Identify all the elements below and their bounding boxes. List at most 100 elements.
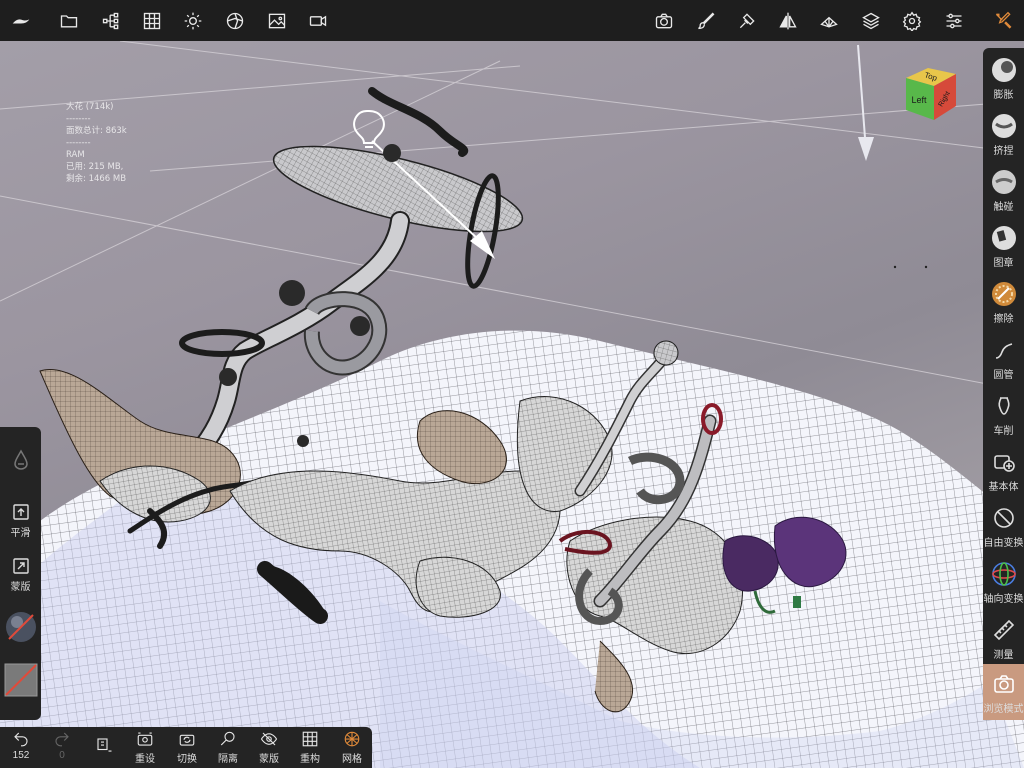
view-cube[interactable]: Top Left Right — [900, 62, 962, 124]
reset-button[interactable]: 重设 — [127, 730, 163, 766]
tool-label: 挤捏 — [993, 146, 1014, 157]
isolate-button[interactable]: 隔离 — [210, 730, 246, 766]
tool-label: 测量 — [993, 650, 1014, 661]
tool-axis-transform[interactable]: 轴向变换 — [983, 554, 1024, 610]
isolate-label: 隔离 — [218, 754, 238, 765]
undo-icon — [14, 732, 28, 747]
undo-count: 152 — [12, 750, 30, 761]
pinch-icon — [990, 112, 1018, 140]
tool-label: 浏览模式 — [983, 704, 1024, 715]
material-icon[interactable] — [222, 8, 248, 34]
tools-icon[interactable] — [990, 8, 1016, 34]
paint-icon[interactable] — [693, 8, 719, 34]
tool-ruler[interactable]: 测量 — [983, 610, 1024, 666]
topology-icon[interactable] — [816, 8, 842, 34]
tool-label: 轴向变换 — [983, 594, 1024, 605]
tool-inflate[interactable]: 膨胀 — [983, 50, 1024, 106]
tool-view-mode[interactable]: 浏览模式 — [983, 664, 1024, 720]
camera-icon — [990, 670, 1018, 698]
color-swatch-icon — [4, 663, 37, 697]
smooth-button[interactable]: 平滑 — [0, 503, 41, 539]
remesh-label: 重构 — [300, 754, 320, 765]
redo-count: 0 — [59, 750, 65, 761]
redo-icon — [55, 732, 69, 747]
stamp-icon — [990, 224, 1018, 252]
material-swatch[interactable] — [0, 611, 41, 643]
3d-viewport[interactable]: 大花 (714k) -------- 面数总计: 863k -------- R… — [0, 41, 1024, 768]
matcap-icon — [5, 612, 36, 642]
tool-smudge[interactable]: 触碰 — [983, 162, 1024, 218]
tool-label: 图章 — [993, 258, 1014, 269]
sliders-icon[interactable] — [941, 8, 967, 34]
top-toolbar — [0, 0, 1024, 41]
tool-label: 擦除 — [993, 314, 1014, 325]
wireframe-sphere-icon — [344, 731, 360, 747]
right-tool-panel: 膨胀 挤捏 触碰 图章 擦除 圆管 车削 基本体 自由变换 轴向变换 测量 浏览… — [983, 48, 1024, 720]
light-icon[interactable] — [180, 8, 206, 34]
ruler-icon — [990, 616, 1018, 644]
free-transform-icon — [990, 504, 1018, 532]
wireframe-button[interactable]: 网格 — [334, 730, 370, 766]
wireframe-label: 网格 — [342, 754, 362, 765]
logo-icon[interactable] — [8, 8, 34, 34]
tool-erase[interactable]: 擦除 — [983, 274, 1024, 330]
tool-tube[interactable]: 圆管 — [983, 330, 1024, 386]
image-icon[interactable] — [264, 8, 290, 34]
magnifier-icon — [220, 731, 235, 746]
video-icon[interactable] — [305, 8, 331, 34]
remesh-button[interactable]: 重构 — [292, 730, 328, 766]
object-name: 大花 (714k) — [66, 102, 114, 112]
ram-label: RAM — [66, 150, 85, 160]
inflate-icon — [990, 56, 1018, 84]
erase-icon — [990, 280, 1018, 308]
tool-label: 圆管 — [993, 370, 1014, 381]
tool-stamp[interactable]: 图章 — [983, 218, 1024, 274]
scene-stats: 大花 (714k) -------- 面数总计: 863k -------- R… — [66, 101, 127, 185]
redo-button[interactable]: 0 — [44, 730, 80, 766]
color-swatch[interactable] — [0, 663, 41, 697]
tube-icon — [990, 336, 1018, 364]
symmetry-icon[interactable] — [775, 8, 801, 34]
grid-icon[interactable] — [139, 8, 165, 34]
drop-icon — [13, 449, 28, 470]
remesh-grid-icon — [302, 731, 318, 747]
smooth-label: 平滑 — [10, 528, 31, 539]
stroke-icon[interactable] — [734, 8, 760, 34]
mask-icon — [12, 558, 29, 574]
eye-off-icon — [260, 732, 278, 746]
bottom-toolbar: 152 0 重设 切换 隔离 蒙版 重构 网格 — [0, 727, 372, 768]
brush-size-slider[interactable] — [0, 449, 41, 471]
primitive-icon — [990, 448, 1018, 476]
lathe-icon — [990, 392, 1018, 420]
stats-separator: -------- — [66, 138, 91, 148]
scene-render — [0, 41, 1024, 768]
axis-transform-icon — [990, 560, 1018, 588]
tool-primitive[interactable]: 基本体 — [983, 442, 1024, 498]
switch-label: 切换 — [177, 754, 197, 765]
layers-icon[interactable] — [858, 8, 884, 34]
tool-label: 自由变换 — [983, 538, 1024, 549]
cube-left-label[interactable]: Left — [911, 95, 927, 105]
tool-label: 触碰 — [993, 202, 1014, 213]
tool-pinch[interactable]: 挤捏 — [983, 106, 1024, 162]
scene-tree-icon[interactable] — [98, 8, 124, 34]
tool-label: 膨胀 — [993, 90, 1014, 101]
mask-visibility-label: 蒙版 — [259, 754, 279, 765]
settings-icon[interactable] — [899, 8, 925, 34]
switch-button[interactable]: 切换 — [169, 730, 205, 766]
tool-label: 车削 — [993, 426, 1014, 437]
camera-icon[interactable] — [651, 8, 677, 34]
stats-separator: -------- — [66, 114, 91, 124]
smooth-icon — [12, 504, 29, 520]
folder-icon[interactable] — [56, 8, 82, 34]
ram-used: 已用: 215 MB, — [66, 162, 124, 172]
tool-lathe[interactable]: 车削 — [983, 386, 1024, 442]
tool-label: 基本体 — [988, 482, 1019, 493]
layers-toggle-button[interactable] — [86, 730, 122, 766]
undo-button[interactable]: 152 — [3, 730, 39, 766]
smudge-icon — [990, 168, 1018, 196]
mask-label: 蒙版 — [10, 582, 31, 593]
mask-visibility-button[interactable]: 蒙版 — [251, 730, 287, 766]
tool-free-transform[interactable]: 自由变换 — [983, 498, 1024, 554]
mask-button[interactable]: 蒙版 — [0, 557, 41, 593]
